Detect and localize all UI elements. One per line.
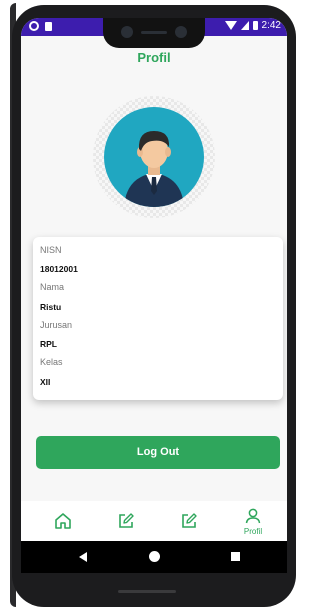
camera-icon: [175, 26, 187, 38]
sim-card-icon: [45, 21, 52, 31]
avatar: [104, 107, 204, 207]
bottom-navigation: Profil: [21, 501, 287, 541]
nama-value: Ristu: [40, 302, 62, 312]
camera-notch: [103, 18, 205, 48]
nav-item-edit-1[interactable]: [106, 507, 146, 537]
user-icon: [245, 508, 261, 524]
kelas-value: XII: [40, 377, 51, 387]
home-button-icon[interactable]: [149, 551, 160, 562]
bottom-speaker: [118, 590, 176, 593]
nisn-value: 18012001: [40, 264, 78, 274]
camera-icon: [121, 26, 133, 38]
logout-button[interactable]: Log Out: [36, 436, 280, 469]
app-screen: 2:42 Profil NISN 18012001 Nama Ristu Jur…: [21, 18, 287, 573]
edit-icon: [182, 513, 197, 528]
status-time: 2:42: [261, 20, 281, 31]
nav-label-profil: Profil: [243, 527, 263, 536]
back-icon[interactable]: [79, 552, 87, 562]
avatar-frame: [93, 96, 215, 218]
sync-icon: [29, 21, 39, 31]
profile-info-card: NISN 18012001 Nama Ristu Jurusan RPL Kel…: [33, 237, 283, 400]
system-navigation-bar: [21, 541, 287, 573]
battery-icon: [252, 21, 258, 30]
earpiece: [141, 31, 167, 34]
nama-label: Nama: [40, 282, 65, 292]
nav-item-edit-2[interactable]: [169, 507, 209, 537]
edit-icon: [119, 513, 134, 528]
kelas-label: Kelas: [40, 357, 63, 367]
page-title: Profil: [137, 50, 171, 65]
signal-icon: [240, 21, 249, 30]
nav-item-profil[interactable]: Profil: [233, 507, 273, 537]
home-icon: [55, 513, 71, 529]
recent-apps-icon[interactable]: [231, 552, 240, 561]
nav-item-home[interactable]: [43, 507, 83, 537]
jurusan-value: RPL: [40, 339, 57, 349]
jurusan-label: Jurusan: [40, 320, 73, 330]
user-avatar-icon: [124, 131, 184, 207]
wifi-icon: [224, 21, 237, 30]
nisn-label: NISN: [40, 245, 62, 255]
